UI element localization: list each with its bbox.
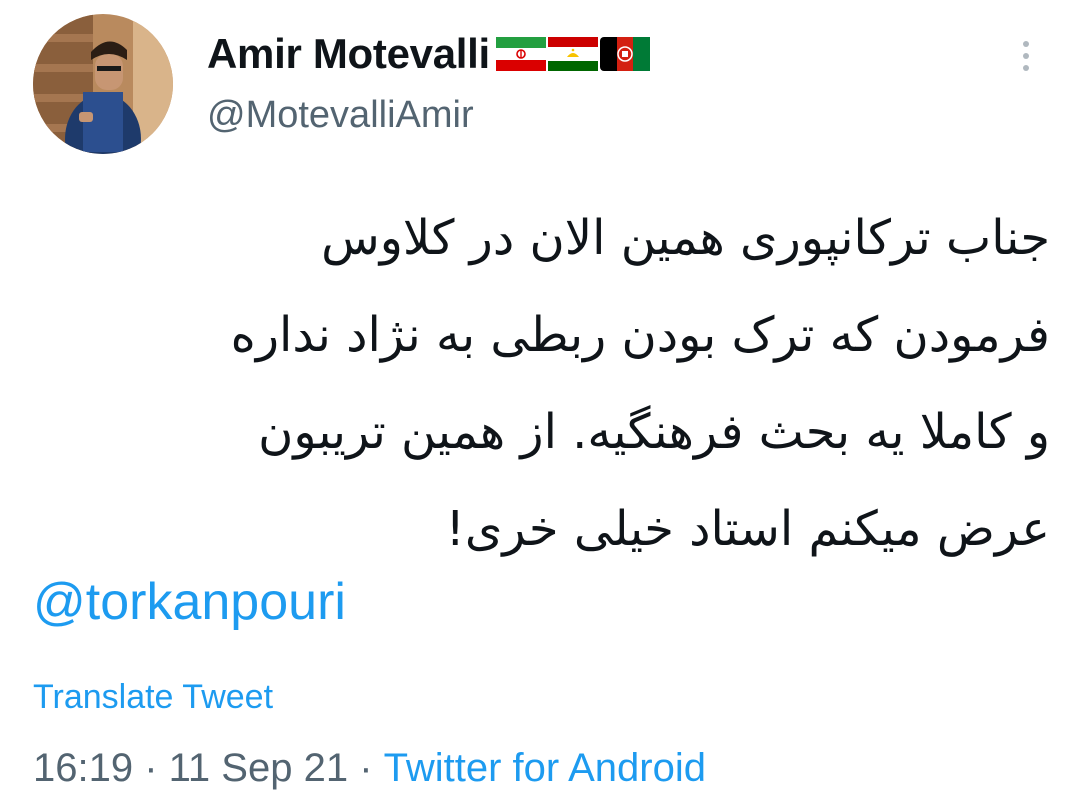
tweet-date: 11 Sep 21 <box>168 746 349 790</box>
more-dot <box>1023 65 1029 71</box>
meta-separator: · <box>133 746 169 790</box>
tweet-body-line: جناب ترکانپوری همین الان در کلاوس <box>321 210 1050 266</box>
avatar-photo <box>33 14 173 154</box>
tweet-body-line: عرض میکنم استاد خیلی خری! <box>445 501 1050 557</box>
tweet-body: جناب ترکانپوری همین الان در کلاوس فرمودن… <box>40 190 1050 578</box>
more-vertical-icon[interactable] <box>1006 32 1046 80</box>
tweet-time: 16:19 <box>33 746 134 790</box>
meta-separator: · <box>348 746 384 790</box>
tajikistan-flag-icon <box>547 37 598 71</box>
iran-flag-icon <box>495 37 546 71</box>
tweet-meta: 16:19 · 11 Sep 21 · Twitter for Android <box>33 746 706 791</box>
tweet: Amir Motevalli @MotevalliAmir جناب ترکان… <box>0 0 1074 806</box>
mention-link[interactable]: @torkanpouri <box>33 572 346 632</box>
translate-tweet-link[interactable]: Translate Tweet <box>33 678 273 717</box>
tweet-source-link[interactable]: Twitter for Android <box>384 746 706 791</box>
more-dot <box>1023 53 1029 59</box>
flags <box>495 37 650 71</box>
afghanistan-flag-icon <box>599 37 650 71</box>
avatar[interactable] <box>33 14 173 154</box>
tweet-body-line: و کاملا یه بحث فرهنگیه. از همین تریبون <box>258 404 1050 460</box>
tweet-body-line: فرمودن که ترک بودن ربطی به نژاد نداره <box>230 307 1050 363</box>
handle[interactable]: @MotevalliAmir <box>207 94 474 137</box>
display-name: Amir Motevalli <box>207 30 490 77</box>
more-dot <box>1023 41 1029 47</box>
display-name-row[interactable]: Amir Motevalli <box>207 26 650 82</box>
